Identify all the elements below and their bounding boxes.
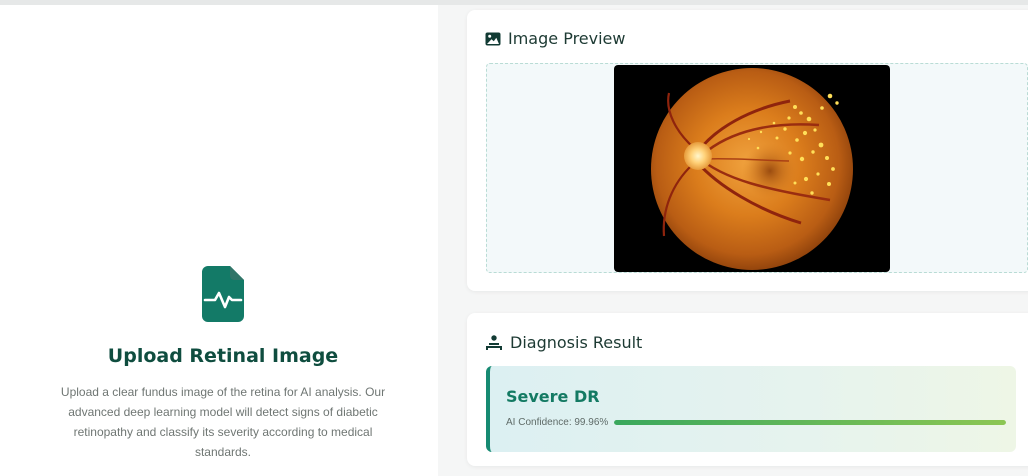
image-icon xyxy=(485,32,501,46)
diagnosis-result-header: Diagnosis Result xyxy=(485,333,642,352)
upload-title: Upload Retinal Image xyxy=(107,345,339,367)
confidence-progress-track xyxy=(614,420,1006,425)
confidence-label: AI Confidence: 99.96% xyxy=(506,417,609,428)
upload-panel[interactable]: Upload Retinal Image Upload a clear fund… xyxy=(0,5,438,476)
image-dropzone[interactable] xyxy=(486,63,1028,273)
file-waveform-icon xyxy=(202,266,244,322)
image-preview-title: Image Preview xyxy=(508,29,626,48)
retinal-fundus-image xyxy=(614,65,890,272)
image-preview-header: Image Preview xyxy=(485,29,625,48)
image-preview-card: Image Preview xyxy=(467,10,1028,291)
diagnosis-result-box: Severe DR AI Confidence: 99.96% xyxy=(486,366,1016,452)
user-injured-icon xyxy=(485,335,503,350)
diagnosis-label: Severe DR xyxy=(506,387,600,406)
diagnosis-result-title: Diagnosis Result xyxy=(510,333,643,352)
confidence-row: AI Confidence: 99.96% xyxy=(506,417,1006,428)
upload-description: Upload a clear fundus image of the retin… xyxy=(60,385,386,459)
confidence-progress-fill xyxy=(614,420,1006,425)
diagnosis-result-card: Diagnosis Result Severe DR AI Confidence… xyxy=(467,313,1028,466)
